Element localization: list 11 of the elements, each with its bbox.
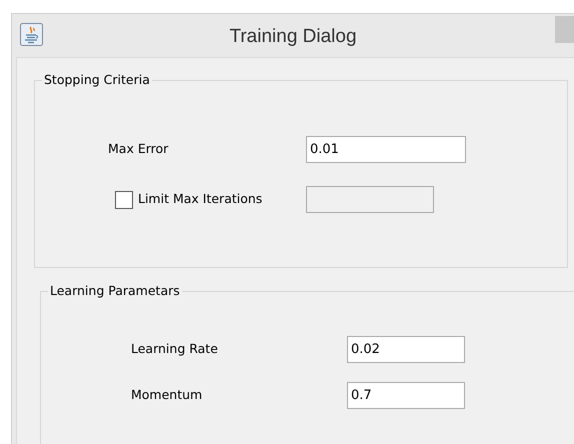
field-label: Momentum: [131, 386, 202, 404]
field-label: Max Error: [108, 140, 168, 158]
input-field[interactable]: 0.7: [347, 382, 465, 409]
field-label: Learning Rate: [131, 340, 218, 358]
window-title: Training Dialog: [229, 26, 357, 47]
input-field[interactable]: 0.01: [306, 136, 466, 163]
group-title: Learning Parametars: [48, 283, 182, 299]
input-field[interactable]: 0.02: [347, 336, 465, 363]
group-title: Stopping Criteria: [42, 72, 152, 88]
java-cup-icon: [20, 23, 43, 46]
checkbox-label: Limit Max Iterations: [138, 190, 262, 208]
